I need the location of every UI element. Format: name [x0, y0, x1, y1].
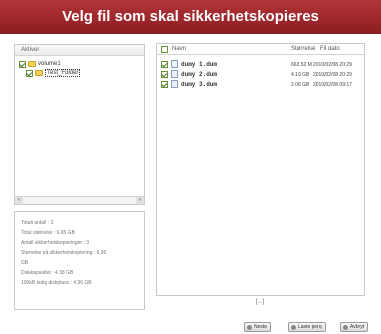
column-date[interactable]: Fil dato: [320, 44, 340, 55]
cancel-button[interactable]: Avbryt: [340, 322, 369, 332]
bullet-icon: [343, 324, 348, 330]
file-name: dumy 2.dum: [181, 71, 218, 78]
file-icon: [171, 60, 178, 69]
info-free-space: 100kB ledig diskplass : 4.36 GB: [21, 280, 92, 286]
tree-node-label: volume1: [38, 61, 61, 67]
file-size: 663.52 M: [291, 62, 312, 68]
info-backup-count: Antall sikkerhetskopieringer : 3: [21, 240, 90, 246]
scroll-right-icon[interactable]: >: [136, 197, 144, 204]
back-button[interactable]: Laste perq: [288, 322, 326, 332]
info-total-size: Total størrelse : 6.95 GB: [21, 230, 75, 236]
file-size: 2.06 GB: [291, 82, 310, 88]
row-checkbox[interactable]: [161, 81, 168, 88]
folder-icon: [28, 61, 36, 67]
column-name[interactable]: Navn: [172, 44, 186, 55]
file-date: 2010/02/08 20:29: [313, 72, 352, 78]
table-row[interactable]: dumy 3.dum 2.06 GB 2010/02/08 09:17: [157, 80, 364, 90]
row-checkbox[interactable]: [161, 71, 168, 78]
select-all-checkbox[interactable]: [161, 46, 168, 55]
summary-panel: Totalt antall : 3 Total størrelse : 6.95…: [14, 211, 145, 310]
file-icon: [171, 80, 178, 89]
bullet-icon: [291, 324, 296, 330]
scroll-left-icon[interactable]: <: [15, 197, 23, 204]
folder-icon: [35, 70, 43, 76]
file-date: 2010/02/08 20:29: [313, 62, 352, 68]
tree-node-volume1[interactable]: volume1: [19, 60, 61, 68]
table-row[interactable]: dumy 1.dum 663.52 M 2010/02/08 20:29: [157, 60, 364, 70]
table-row[interactable]: dumy 2.dum 4.19 GB 2010/02/08 20:29: [157, 70, 364, 80]
dialog-title: Velg fil som skal sikkerhetskopieres: [0, 0, 381, 34]
back-button-label: Laste perq: [298, 324, 322, 330]
file-icon: [171, 70, 178, 79]
file-list-header: Navn Størrelse Fil dato: [157, 44, 364, 55]
info-backup-size-unit: GB: [21, 260, 29, 266]
info-total-count: Totalt antall : 3: [21, 220, 54, 226]
info-backup-size: Størrelse på sikkerhetskopiering : 6.95: [21, 250, 107, 256]
file-name: dumy 1.dum: [181, 61, 218, 68]
volume1-checkbox[interactable]: [19, 60, 26, 68]
info-disk-capacity: Diskkapasitet : 4.38 GB: [21, 270, 74, 276]
bullet-icon: [247, 324, 252, 330]
folder-tree-panel: Aktiver volume1 Test_Folder < >: [14, 44, 145, 205]
cancel-button-label: Avbryt: [350, 324, 365, 330]
horizontal-scrollbar[interactable]: < >: [15, 196, 144, 204]
column-size[interactable]: Størrelse: [291, 44, 315, 55]
row-checkbox[interactable]: [161, 61, 168, 68]
next-button-label: Neste: [254, 324, 268, 330]
test-folder-checkbox[interactable]: [26, 69, 33, 77]
tree-node-test-folder[interactable]: Test_Folder: [26, 69, 81, 77]
tree-header: Aktiver: [15, 45, 144, 56]
next-button[interactable]: Neste: [244, 322, 272, 332]
pager[interactable]: [...]: [256, 299, 264, 305]
file-size: 4.19 GB: [291, 72, 310, 78]
file-name: dumy 3.dum: [181, 81, 218, 88]
file-list-panel: Navn Størrelse Fil dato dumy 1.dum 663.5…: [156, 43, 365, 296]
file-date: 2010/02/08 09:17: [313, 82, 352, 88]
tree-node-label: Test_Folder: [45, 69, 81, 77]
